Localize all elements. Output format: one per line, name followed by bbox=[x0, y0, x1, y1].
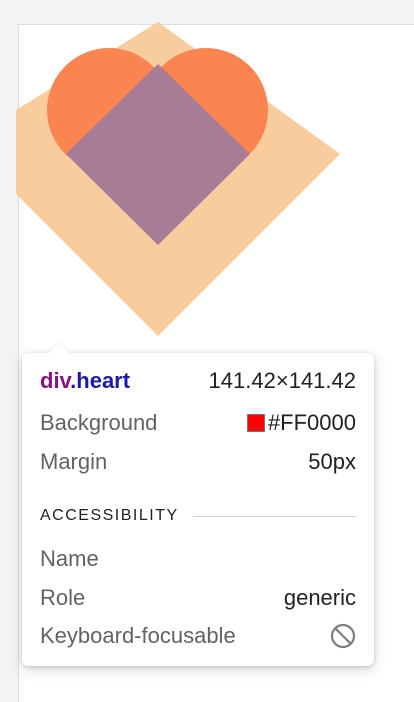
element-selector: div.heart bbox=[40, 368, 130, 394]
accessibility-section-header: ACCESSIBILITY bbox=[40, 503, 356, 529]
element-class: .heart bbox=[70, 368, 131, 393]
a11y-keyboard-row: Keyboard-focusable bbox=[40, 622, 356, 650]
background-value-wrap: #FF0000 bbox=[246, 410, 356, 436]
tooltip-arrow bbox=[48, 343, 70, 353]
a11y-name-label: Name bbox=[40, 546, 99, 571]
background-row: Background #FF0000 bbox=[40, 409, 356, 437]
element-height: 141.42 bbox=[288, 368, 356, 393]
a11y-role-row: Role generic bbox=[40, 584, 356, 612]
color-swatch bbox=[246, 414, 265, 432]
dimension-separator: × bbox=[275, 368, 289, 393]
background-value: #FF0000 bbox=[267, 410, 356, 435]
a11y-keyboard-label: Keyboard-focusable bbox=[40, 623, 236, 648]
background-label: Background bbox=[40, 410, 158, 435]
accessibility-header: ACCESSIBILITY bbox=[40, 507, 179, 524]
element-tag: div bbox=[40, 368, 71, 393]
a11y-role-value: generic bbox=[283, 585, 356, 610]
margin-row: Margin 50px bbox=[40, 448, 356, 476]
tooltip-title-row: div.heart 141.42×141.42 bbox=[40, 367, 356, 395]
not-allowed-icon bbox=[330, 623, 356, 649]
element-width: 141.42 bbox=[208, 368, 276, 393]
inspect-tooltip: div.heart 141.42×141.42 Background #FF00… bbox=[22, 343, 374, 666]
section-divider bbox=[192, 515, 356, 517]
a11y-role-label: Role bbox=[40, 585, 86, 610]
element-dimensions: 141.42×141.42 bbox=[209, 368, 356, 394]
a11y-name-row: Name bbox=[40, 545, 356, 573]
margin-label: Margin bbox=[40, 449, 108, 474]
highlighted-heart-element[interactable] bbox=[16, 22, 348, 344]
margin-value: 50px bbox=[308, 449, 356, 474]
